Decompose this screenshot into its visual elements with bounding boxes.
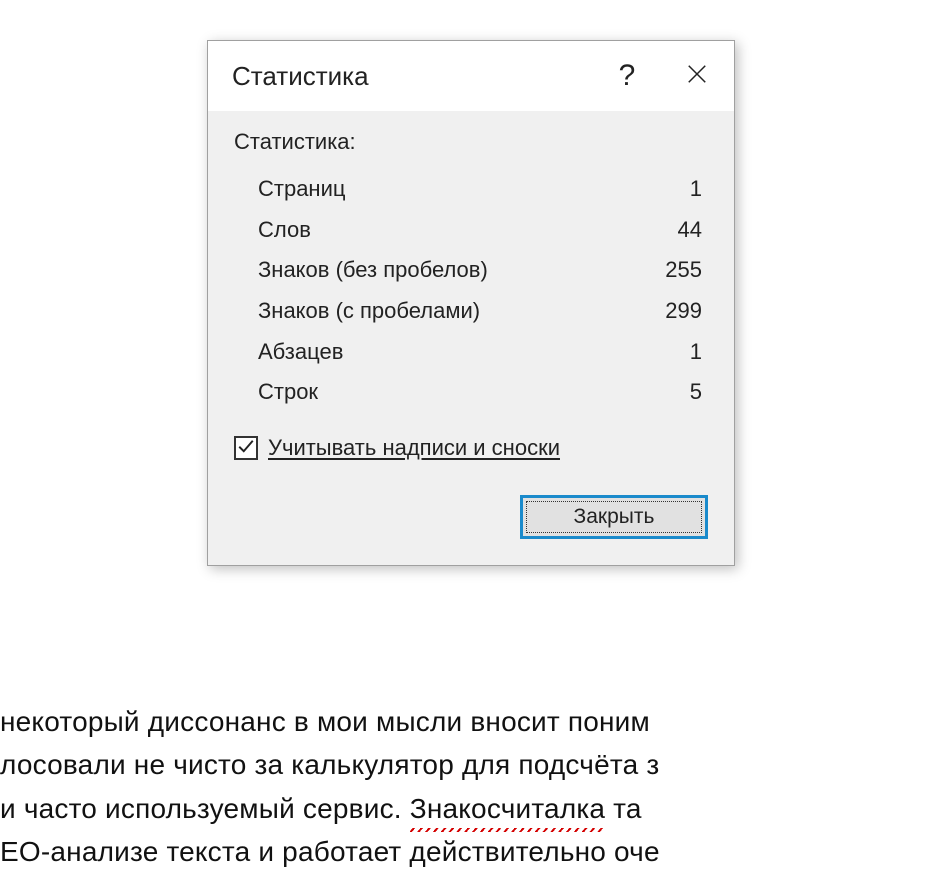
- stat-value: 255: [665, 250, 702, 291]
- include-textboxes-checkbox[interactable]: [234, 436, 258, 460]
- help-icon: ?: [619, 59, 636, 93]
- stat-value: 299: [665, 291, 702, 332]
- stat-label: Знаков (без пробелов): [258, 250, 488, 291]
- stat-row: Слов 44: [258, 210, 702, 251]
- stat-row: Знаков (с пробелами) 299: [258, 291, 702, 332]
- stat-label: Абзацев: [258, 332, 343, 373]
- stat-value: 1: [690, 169, 702, 210]
- statistics-dialog: Статистика ? Статистика: Страниц1Слов44З…: [207, 40, 735, 566]
- stat-row: Страниц 1: [258, 169, 702, 210]
- help-button[interactable]: ?: [592, 41, 662, 111]
- stat-label: Строк: [258, 372, 318, 413]
- stat-label: Страниц: [258, 169, 345, 210]
- stat-row: Строк 5: [258, 372, 702, 413]
- doc-line: некоторый диссонанс в мои мысли вносит п…: [0, 700, 660, 743]
- dialog-title: Статистика: [232, 61, 592, 92]
- doc-line: лосовали не чисто за калькулятор для под…: [0, 743, 660, 786]
- stat-row: Абзацев 1: [258, 332, 702, 373]
- stat-row: Знаков (без пробелов) 255: [258, 250, 702, 291]
- spellcheck-error[interactable]: Знакосчиталка: [410, 787, 605, 830]
- check-icon: [237, 437, 255, 460]
- stat-value: 5: [690, 372, 702, 413]
- doc-line: и часто используемый сервис. Знакосчитал…: [0, 787, 660, 830]
- document-text: некоторый диссонанс в мои мысли вносит п…: [0, 700, 660, 874]
- section-label: Статистика:: [234, 129, 708, 155]
- close-icon: [686, 60, 708, 92]
- dialog-footer: Закрыть: [208, 473, 734, 565]
- close-window-button[interactable]: [662, 41, 732, 111]
- include-textboxes-row: Учитывать надписи и сноски: [234, 435, 708, 461]
- dialog-body: Статистика: Страниц1Слов44Знаков (без пр…: [208, 111, 734, 473]
- stat-label: Слов: [258, 210, 311, 251]
- doc-line: ЕО-анализе текста и работает действитель…: [0, 830, 660, 873]
- stat-value: 1: [690, 332, 702, 373]
- stat-value: 44: [678, 210, 702, 251]
- close-button[interactable]: Закрыть: [520, 495, 708, 539]
- include-textboxes-label[interactable]: Учитывать надписи и сноски: [268, 435, 560, 461]
- stats-list: Страниц1Слов44Знаков (без пробелов)255Зн…: [234, 169, 708, 413]
- dialog-titlebar: Статистика ?: [208, 41, 734, 111]
- stat-label: Знаков (с пробелами): [258, 291, 480, 332]
